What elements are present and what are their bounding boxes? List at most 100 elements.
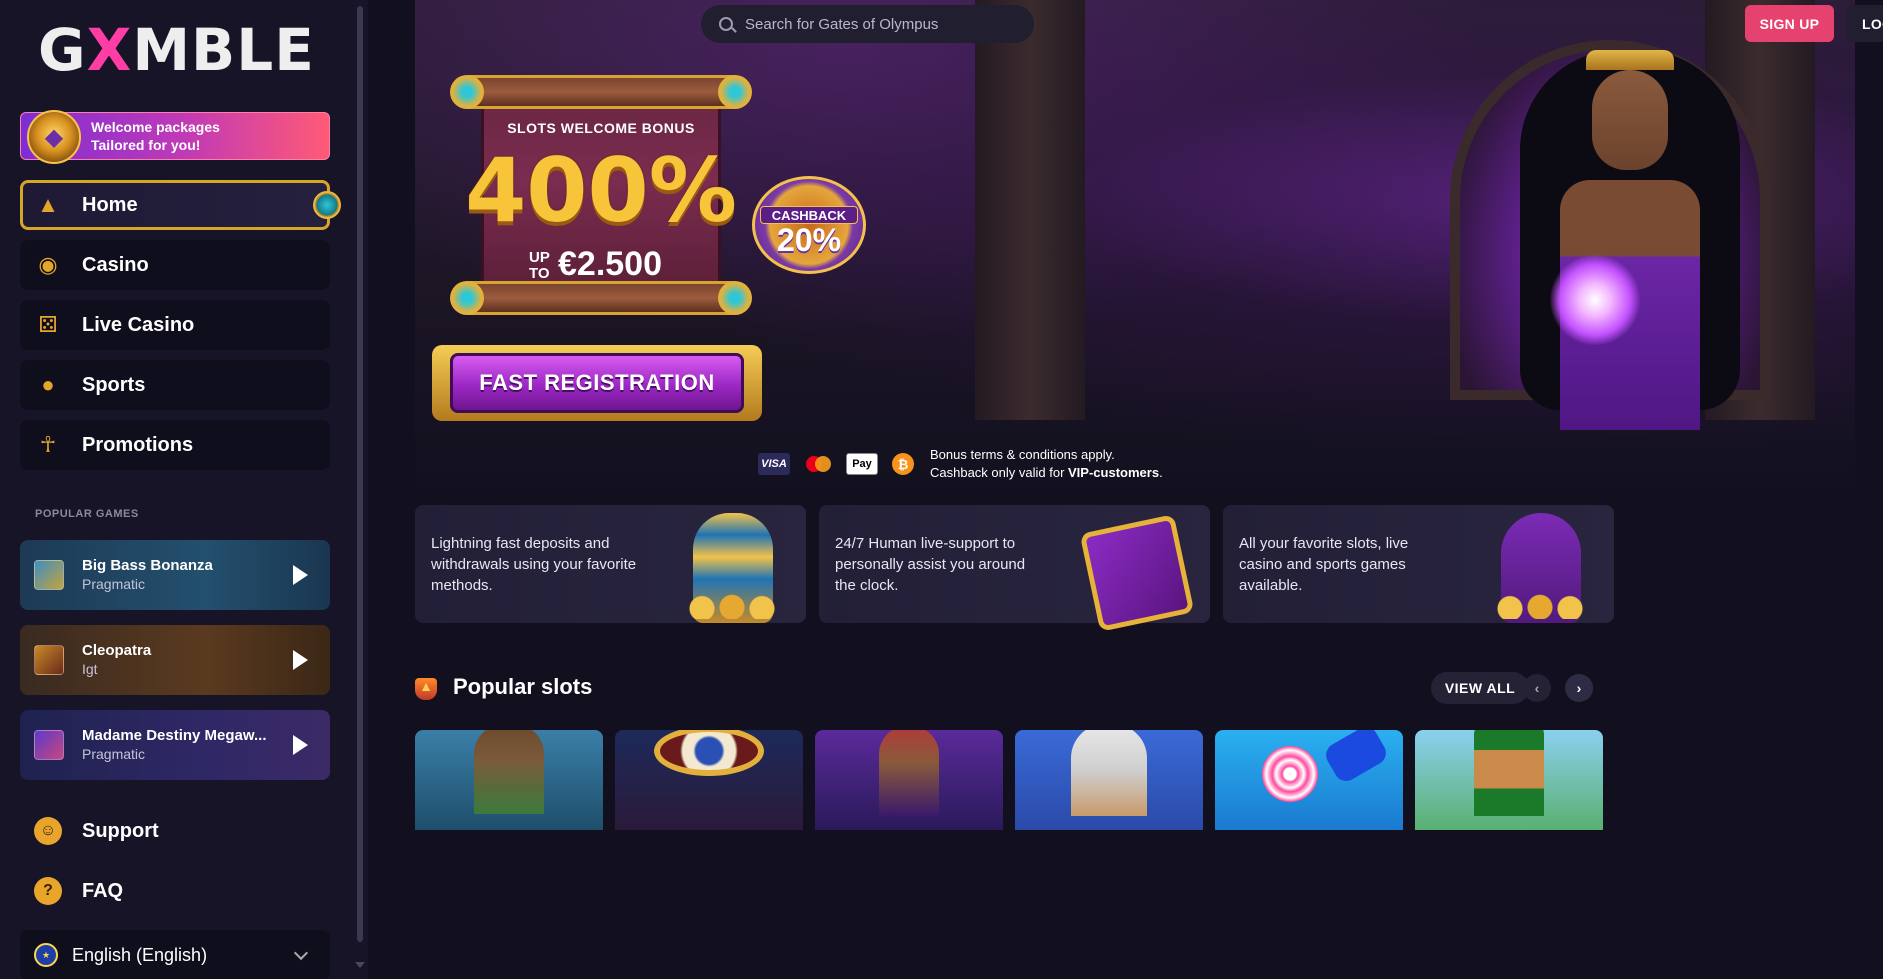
sidebar: GXMBLE ◆ Welcome packages Tailored for y… (0, 0, 368, 979)
slot-tile[interactable] (615, 730, 803, 830)
nav-label-faq: FAQ (82, 879, 124, 902)
nav-label-support: Support (82, 819, 159, 842)
scarab-badge-icon: ◆ (27, 110, 81, 164)
nav-item-faq[interactable]: ? FAQ (20, 866, 330, 916)
bonus-scroll: SLOTS WELCOME BONUS 400% UP TO €2.500 (450, 75, 752, 315)
feature-text: 24/7 Human live-support to personally as… (835, 534, 1026, 594)
popular-game-item[interactable]: Madame Destiny Megaw... Pragmatic (20, 710, 330, 780)
sorceress-illustration (1520, 10, 1740, 430)
feature-cards: Lightning fast deposits and withdrawals … (415, 505, 1615, 632)
game-thumbnail (34, 730, 64, 760)
popular-games-heading: POPULAR GAMES (35, 508, 139, 520)
bonus-kicker: SLOTS WELCOME BONUS (507, 120, 695, 136)
nav-item-support[interactable]: ☺ Support (20, 806, 330, 856)
payment-methods: VISA Pay ₿ Bonus terms & conditions appl… (758, 446, 1163, 482)
rod-cap (718, 281, 752, 315)
terms-line-2: Cashback only valid for VIP-customers. (930, 464, 1163, 482)
carousel-prev-button[interactable]: ‹ (1523, 674, 1551, 702)
nav-label-promotions: Promotions (82, 433, 194, 456)
game-name: Big Bass Bonanza (82, 557, 213, 574)
ankh-icon: ☥ (39, 432, 57, 457)
cashback-value: 20% (776, 222, 842, 258)
nav-item-home[interactable]: ▲ Home (20, 180, 341, 230)
slot-tile[interactable] (415, 730, 603, 830)
scroll-rod-top (450, 75, 752, 109)
bonus-terms: Bonus terms & conditions apply. Cashback… (930, 446, 1163, 482)
popular-slots-row (415, 730, 1615, 830)
welcome-line-1: Welcome packages (91, 119, 220, 135)
fast-registration-label: FAST REGISTRATION (450, 353, 744, 413)
play-icon[interactable] (293, 565, 308, 585)
popular-game-item[interactable]: Cleopatra Igt (20, 625, 330, 695)
view-all-button[interactable]: VIEW ALL (1431, 672, 1529, 704)
terms-line-2-period: . (1159, 465, 1163, 480)
welcome-packages-banner[interactable]: ◆ Welcome packages Tailored for you! (20, 110, 330, 164)
language-label: English (English) (72, 944, 208, 965)
gxmble-logo[interactable]: GXMBLE (38, 21, 318, 79)
sidebar-scrollbar[interactable] (357, 6, 363, 942)
scroll-down-arrow-icon[interactable] (355, 962, 365, 968)
fisherman-art (474, 730, 544, 814)
active-gem-icon (313, 191, 341, 219)
nav-item-casino[interactable]: ◉ Casino (20, 240, 330, 290)
slot-tile[interactable] (1215, 730, 1403, 830)
ball-icon: ● (41, 372, 55, 397)
visa-icon: VISA (758, 453, 790, 475)
apple-pay-icon: Pay (846, 453, 878, 475)
main-nav: ▲ Home ◉ Casino ⚄ Live Casino ● Sports ☥… (20, 180, 341, 480)
logo-letters-mble: MBLE (132, 16, 315, 84)
popular-slots-header: ▲ Popular slots VIEW ALL ‹ › (415, 672, 1615, 706)
question-icon: ? (34, 877, 62, 905)
feature-card-deposits: Lightning fast deposits and withdrawals … (415, 505, 806, 623)
game-provider: Igt (82, 661, 98, 677)
temple-pillar-left (975, 0, 1085, 420)
nav-label-casino: Casino (82, 253, 149, 276)
support-icon: ☺ (34, 817, 62, 845)
language-selector[interactable]: ★ English (English) (20, 930, 330, 979)
nav-item-sports[interactable]: ● Sports (20, 360, 330, 410)
game-meta: Big Bass Bonanza Pragmatic (82, 556, 213, 594)
slot-tile[interactable] (1015, 730, 1203, 830)
signup-button[interactable]: SIGN UP (1745, 5, 1834, 42)
game-provider: Pragmatic (82, 576, 146, 592)
candy-art (1262, 746, 1319, 802)
popular-game-item[interactable]: Big Bass Bonanza Pragmatic (20, 540, 330, 610)
nav-item-promotions[interactable]: ☥ Promotions (20, 420, 330, 470)
welcome-line-2: Tailored for you! (91, 137, 201, 153)
play-icon[interactable] (293, 735, 308, 755)
madame-destiny-art (879, 730, 939, 816)
popular-games-list: Big Bass Bonanza Pragmatic Cleopatra Igt… (20, 540, 330, 795)
chevron-down-icon (293, 945, 309, 961)
sorceress-face (1592, 70, 1668, 170)
feature-text: Lightning fast deposits and withdrawals … (431, 534, 637, 594)
search-bar[interactable] (701, 5, 1034, 43)
nav-label-sports: Sports (82, 373, 146, 396)
candy-art (1321, 730, 1391, 786)
eye-of-horus-art (654, 730, 764, 776)
login-button[interactable]: LOG IN (1847, 5, 1883, 42)
feature-text: All your favorite slots, live casino and… (1239, 534, 1409, 594)
carousel-next-button[interactable]: › (1565, 674, 1593, 702)
cashback-badge: CASHBACK 20% (752, 170, 866, 274)
nav-item-live-casino[interactable]: ⚄ Live Casino (20, 300, 330, 350)
welcome-text: Welcome packages Tailored for you! (91, 118, 220, 154)
game-name: Cleopatra (82, 642, 152, 659)
fast-registration-button[interactable]: FAST REGISTRATION (432, 345, 762, 421)
game-thumbnail (34, 560, 64, 590)
dice-icon: ⚄ (38, 312, 58, 337)
scarab-book-icon (1079, 497, 1195, 632)
slot-tile[interactable] (815, 730, 1003, 830)
bitcoin-icon: ₿ (892, 453, 914, 475)
bonus-amount: €2.500 (558, 245, 662, 283)
play-icon[interactable] (293, 650, 308, 670)
bonus-percentage: 400% (465, 139, 737, 242)
flame-icon: ▲ (415, 678, 437, 700)
slot-tile[interactable] (1415, 730, 1603, 830)
feature-card-games: All your favorite slots, live casino and… (1223, 505, 1614, 623)
sorceress-crown (1586, 50, 1674, 70)
game-name: Madame Destiny Megaw... (82, 727, 267, 744)
game-meta: Madame Destiny Megaw... Pragmatic (82, 726, 267, 764)
search-icon (719, 17, 733, 31)
apple-pay-text: Pay (852, 458, 872, 470)
search-input[interactable] (745, 15, 1015, 33)
